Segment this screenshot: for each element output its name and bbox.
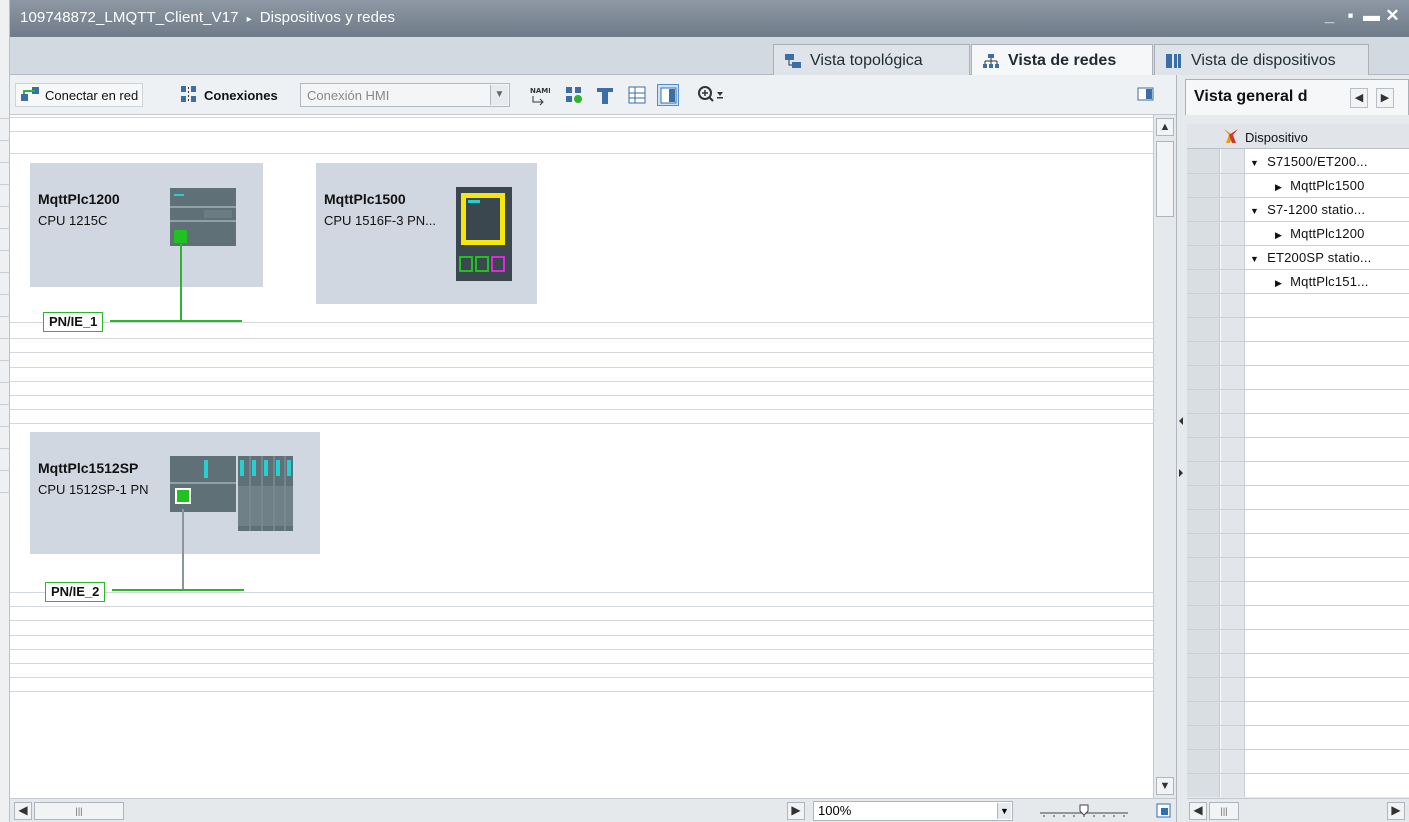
subnet-pn-ie-1[interactable]: PN/IE_1 [43, 312, 104, 332]
subnet-label: PN/IE_1 [49, 314, 98, 329]
tab-device-view[interactable]: Vista de dispositivos [1154, 44, 1369, 76]
network-connect-icon [20, 86, 40, 105]
view-tab-bar: Vista topológica Vista de redes Vista de… [10, 37, 1409, 77]
overview-panel-icon[interactable] [657, 84, 679, 106]
tab-topology-view[interactable]: Vista topológica [773, 44, 970, 76]
scroll-right-icon[interactable]: ▶ [1387, 802, 1405, 820]
tree-item-mqttplc1512sp[interactable]: ▶ MqttPlc151... [1275, 274, 1369, 289]
tab-label: Vista de redes [1008, 52, 1117, 69]
maximize-icon[interactable]: ▬ [1363, 6, 1380, 26]
tree-item-label: MqttPlc1200 [1290, 226, 1365, 241]
device-type: CPU 1516F-3 PN... [324, 213, 436, 228]
device-name: MqttPlc1512SP [38, 460, 139, 476]
tab-overview[interactable]: Vista general d ◀ ▶ [1185, 79, 1409, 115]
connect-network-label: Conectar en red [45, 87, 139, 103]
tree-item-label: S71500/ET200... [1267, 154, 1368, 169]
device-mqttplc1200[interactable]: MqttPlc1200 CPU 1215C [30, 163, 263, 287]
zoom-value: 100% [818, 803, 852, 818]
project-name: 109748872_LMQTT_Client_V17 [20, 9, 239, 26]
zoom-select[interactable]: 100% ▼ [813, 801, 1013, 821]
table-header: Dispositivo [1187, 124, 1409, 149]
horizontal-scroll-thumb[interactable]: ||| [1209, 802, 1239, 820]
scroll-down-icon[interactable]: ▼ [1156, 777, 1174, 795]
device-column-icon [1221, 127, 1241, 148]
minimize-icon[interactable]: _ [1321, 6, 1338, 26]
connect-network-button[interactable]: Conectar en red [15, 83, 144, 107]
tree-item-mqttplc1500[interactable]: ▶ MqttPlc1500 [1275, 178, 1365, 193]
device-mqttplc1512sp[interactable]: MqttPlc1512SP CPU 1512SP-1 PN [30, 432, 320, 554]
tree-item-mqttplc1200[interactable]: ▶ MqttPlc1200 [1275, 226, 1365, 241]
chevron-down-icon[interactable]: ▼ [997, 803, 1011, 819]
s7-1500-module-icon [456, 187, 512, 285]
tree-item-s7-1200-station[interactable]: ▼ S7-1200 statio... [1250, 202, 1365, 217]
device-overview-table: Dispositivo ▼ S71500/ET200... ▶ MqttPlc150… [1187, 124, 1409, 797]
connection-type-select[interactable]: Conexión HMI ▼ [300, 83, 510, 107]
tree-item-label: ET200SP statio... [1267, 250, 1372, 265]
navigator-icon[interactable] [1155, 802, 1173, 822]
tab-label: Vista topológica [810, 51, 923, 69]
scroll-left-icon[interactable]: ◀ [14, 802, 32, 820]
tree-item-et200sp-station[interactable]: ▼ ET200SP statio... [1250, 250, 1371, 265]
horizontal-scroll-thumb[interactable]: ||| [34, 802, 124, 820]
device-name: MqttPlc1200 [38, 191, 120, 207]
scroll-thumb[interactable] [1156, 141, 1174, 217]
tab-network-view[interactable]: Vista de redes [971, 44, 1153, 77]
panel-toggle-icon[interactable] [1136, 84, 1156, 106]
zoom-icon[interactable] [696, 84, 723, 106]
svg-text:NAME: NAME [530, 87, 550, 95]
tab-label: Vista de dispositivos [1191, 51, 1336, 69]
window-controls: _ ▪ ▬ ✕ [1321, 6, 1401, 26]
tab-next-icon[interactable]: ▶ [1376, 88, 1394, 108]
restore-icon[interactable]: ▪ [1342, 6, 1359, 26]
show-names-icon[interactable]: NAME [528, 84, 553, 106]
scroll-up-icon[interactable]: ▲ [1156, 118, 1174, 136]
device-icon [1165, 53, 1183, 69]
overview-panel: Vista general d ◀ ▶ Dispositivo ▼ S71500/… [1176, 75, 1409, 822]
subnet-pn-ie-2[interactable]: PN/IE_2 [45, 582, 106, 602]
network-icon [982, 53, 1000, 69]
rack-icon[interactable] [594, 84, 616, 106]
tree-item-label: S7-1200 statio... [1267, 202, 1366, 217]
device-type: CPU 1512SP-1 PN [38, 482, 149, 497]
close-icon[interactable]: ✕ [1384, 6, 1401, 26]
device-mqttplc1500[interactable]: MqttPlc1500 CPU 1516F-3 PN... [316, 163, 537, 304]
canvas-status-bar: ◀ ||| ▶ 100% ▼ [10, 798, 1176, 822]
zoom-slider[interactable] [1040, 803, 1130, 822]
device-type: CPU 1215C [38, 213, 108, 228]
topology-icon [784, 53, 802, 69]
scroll-left-icon[interactable]: ◀ [1189, 802, 1207, 820]
subnet-label: PN/IE_2 [51, 584, 100, 599]
device-column-header: Dispositivo [1245, 130, 1308, 145]
canvas-vertical-scrollbar[interactable]: ▲ ▼ [1153, 115, 1176, 798]
table-view-icon[interactable] [626, 84, 648, 106]
overview-tab-label: Vista general d [1194, 88, 1308, 105]
chevron-down-icon[interactable]: ▼ [490, 85, 508, 105]
tab-prev-icon[interactable]: ◀ [1350, 88, 1368, 108]
connection-type-value: Conexión HMI [307, 88, 390, 103]
scroll-right-icon[interactable]: ▶ [787, 802, 805, 820]
panel-collapse-handle[interactable] [1177, 407, 1185, 487]
breadcrumb: 109748872_LMQTT_Client_V17 ▸ Dispositivos … [20, 9, 395, 26]
breadcrumb-separator: ▸ [246, 14, 252, 25]
device-name: MqttPlc1500 [324, 191, 406, 207]
connections-icon [179, 85, 199, 106]
section-name: Dispositivos y redes [259, 9, 396, 26]
overview-scrollbar[interactable]: ◀ ||| ▶ [1187, 798, 1409, 822]
title-bar: 109748872_LMQTT_Client_V17 ▸ Dispositivos … [10, 0, 1409, 37]
et200sp-module-icon [170, 456, 295, 535]
network-toolbar: Conectar en red Conexiones Conexión HMI … [10, 75, 1176, 115]
tree-item-label: MqttPlc1500 [1290, 178, 1365, 193]
network-canvas[interactable]: MqttPlc1200 CPU 1215C MqttPlc1500 CPU 15… [10, 115, 1153, 798]
tree-item-s71500-station[interactable]: ▼ S71500/ET200... [1250, 154, 1368, 169]
connections-label: Conexiones [204, 87, 278, 103]
left-project-strip [0, 0, 10, 822]
io-system-icon[interactable] [563, 84, 585, 106]
tree-item-label: MqttPlc151... [1290, 274, 1369, 289]
connections-button[interactable]: Conexiones [175, 83, 282, 107]
